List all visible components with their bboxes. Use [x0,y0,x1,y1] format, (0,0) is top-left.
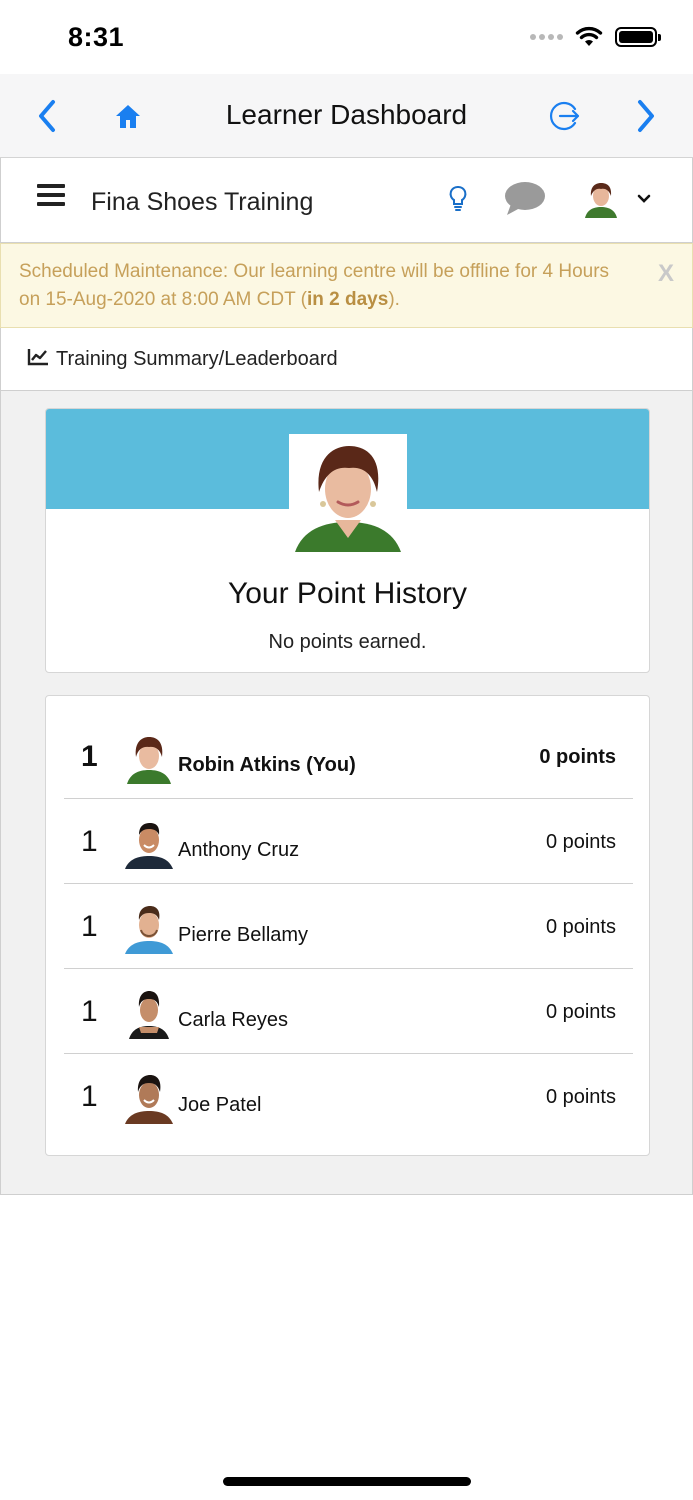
course-title: Fina Shoes Training [91,188,314,216]
section-title: Training Summary/Leaderboard [56,348,338,370]
banner-text-highlight: in 2 days [306,289,389,310]
banner-close-button[interactable]: X [658,260,674,288]
point-history-heading: Your Point History [227,577,467,610]
status-time: 8:31 [68,22,125,52]
leaderboard-points: 0 points [545,1086,616,1108]
leaderboard-rank: 1 [81,825,98,858]
app-nav-bar: Learner Dashboard [0,74,693,158]
leaderboard-avatar [123,732,175,784]
leaderboard-name: Joe Patel [178,1094,262,1116]
leaderboard-name: Anthony Cruz [178,839,300,861]
leaderboard-card: 1 Robin Atkins (You) 0 points 1 Anthony … [45,695,650,1156]
banner-message: Scheduled Maintenance: Our learning cent… [19,258,622,314]
leaderboard-row[interactable]: 1 Robin Atkins (You) 0 points [64,714,633,799]
logout-icon [550,101,580,131]
leaderboard-name: Carla Reyes [178,1009,289,1031]
hamburger-menu-icon[interactable] [37,184,65,208]
user-avatar[interactable] [581,178,621,218]
point-history-card: Your Point History No points earned. [45,408,650,673]
leaderboard-rank: 1 [81,995,98,1028]
leaderboard-points: 0 points [545,916,616,938]
leaderboard-name: Pierre Bellamy [178,924,309,946]
profile-photo [289,434,407,552]
leaderboard-avatar [123,987,175,1039]
leaderboard-avatar [123,902,175,954]
section-header: Training Summary/Leaderboard [0,328,693,391]
logout-button[interactable] [543,94,587,138]
leaderboard-points: 0 points [545,1001,616,1023]
leaderboard-rank: 1 [81,1080,98,1113]
status-icons [530,26,661,48]
leaderboard-row[interactable]: 1 Joe Patel 0 points [64,1054,633,1139]
leaderboard-points: 0 points [539,746,616,768]
leaderboard-row[interactable]: 1 Pierre Bellamy 0 points [64,884,633,969]
chevron-right-icon [638,100,654,132]
leaderboard-rank: 1 [81,740,98,773]
line-chart-icon [27,349,48,366]
leaderboard-avatar [123,1072,175,1124]
leaderboard-name: Robin Atkins (You) [178,754,356,776]
chat-bubble-icon[interactable] [503,180,547,218]
leaderboard-points: 0 points [545,831,616,853]
wifi-icon [575,26,603,46]
main-content: Your Point History No points earned. 1 R… [0,391,693,1195]
banner-text-end: ). [388,289,400,310]
leaderboard-row[interactable]: 1 Anthony Cruz 0 points [64,799,633,884]
maintenance-banner: Scheduled Maintenance: Our learning cent… [0,243,693,328]
cellular-signal-icon [530,34,563,40]
page-title: Learner Dashboard [225,99,468,130]
point-history-status: No points earned. [268,631,427,653]
leaderboard-avatar [123,817,175,869]
forward-button[interactable] [624,94,668,138]
leaderboard-rank: 1 [81,910,98,943]
lightbulb-icon[interactable] [447,184,469,214]
battery-icon [615,27,661,47]
leaderboard-row[interactable]: 1 Carla Reyes 0 points [64,969,633,1054]
status-bar: 8:31 [0,0,693,74]
chevron-down-icon[interactable] [637,194,651,204]
course-header: Fina Shoes Training [0,158,693,243]
home-indicator[interactable] [223,1477,471,1486]
